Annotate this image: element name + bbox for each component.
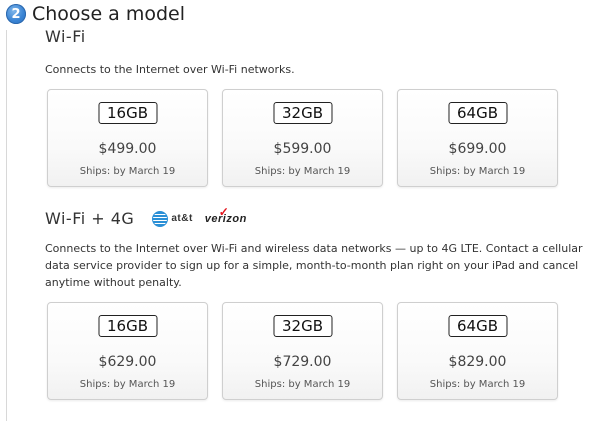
- step-header: 2 Choose a model: [6, 3, 185, 25]
- capacity-label: 16GB: [97, 102, 158, 124]
- ship-date-label: Ships: by March 19: [429, 379, 526, 390]
- price-label: $699.00: [448, 141, 507, 157]
- model-option-4g-16gb[interactable]: 16GB $629.00 Ships: by March 19: [47, 302, 208, 400]
- model-option-4g-32gb[interactable]: 32GB $729.00 Ships: by March 19: [222, 302, 383, 400]
- wifi-4g-section-title: Wi‑Fi + 4G at&t ✓ verizon: [45, 205, 247, 229]
- step-number-badge: 2: [6, 4, 26, 24]
- model-option-wifi-32gb[interactable]: 32GB $599.00 Ships: by March 19: [222, 89, 383, 187]
- capacity-label: 64GB: [447, 102, 508, 124]
- ship-date-label: Ships: by March 19: [254, 166, 351, 177]
- wifi-4g-section-title-text: Wi‑Fi + 4G: [45, 209, 135, 228]
- ship-date-label: Ships: by March 19: [79, 379, 176, 390]
- att-globe-icon: [152, 210, 169, 227]
- ship-date-label: Ships: by March 19: [254, 379, 351, 390]
- price-label: $629.00: [98, 354, 157, 370]
- ship-date-label: Ships: by March 19: [429, 166, 526, 177]
- capacity-label: 32GB: [272, 315, 333, 337]
- step-title: Choose a model: [32, 3, 186, 25]
- wifi-section-title-text: Wi‑Fi: [45, 27, 86, 46]
- model-option-wifi-64gb[interactable]: 64GB $699.00 Ships: by March 19: [397, 89, 558, 187]
- price-label: $599.00: [273, 141, 332, 157]
- wifi-section-title: Wi‑Fi: [45, 27, 86, 46]
- capacity-label: 64GB: [447, 315, 508, 337]
- wifi-section-description: Connects to the Internet over Wi‑Fi netw…: [45, 63, 295, 76]
- price-label: $499.00: [98, 141, 157, 157]
- price-label: $729.00: [273, 354, 332, 370]
- model-option-4g-64gb[interactable]: 64GB $829.00 Ships: by March 19: [397, 302, 558, 400]
- price-label: $829.00: [448, 354, 507, 370]
- verizon-check-icon: ✓: [218, 204, 230, 219]
- att-logo: at&t: [152, 210, 193, 227]
- capacity-label: 32GB: [272, 102, 333, 124]
- capacity-label: 16GB: [97, 315, 158, 337]
- section-divider: [6, 30, 7, 421]
- wifi-4g-section-description: Connects to the Internet over Wi‑Fi and …: [45, 242, 583, 289]
- verizon-logo: ✓ verizon: [205, 205, 247, 225]
- ship-date-label: Ships: by March 19: [79, 166, 176, 177]
- model-option-wifi-16gb[interactable]: 16GB $499.00 Ships: by March 19: [47, 89, 208, 187]
- att-logo-text: at&t: [171, 213, 193, 224]
- carrier-logos: at&t ✓ verizon: [152, 205, 247, 227]
